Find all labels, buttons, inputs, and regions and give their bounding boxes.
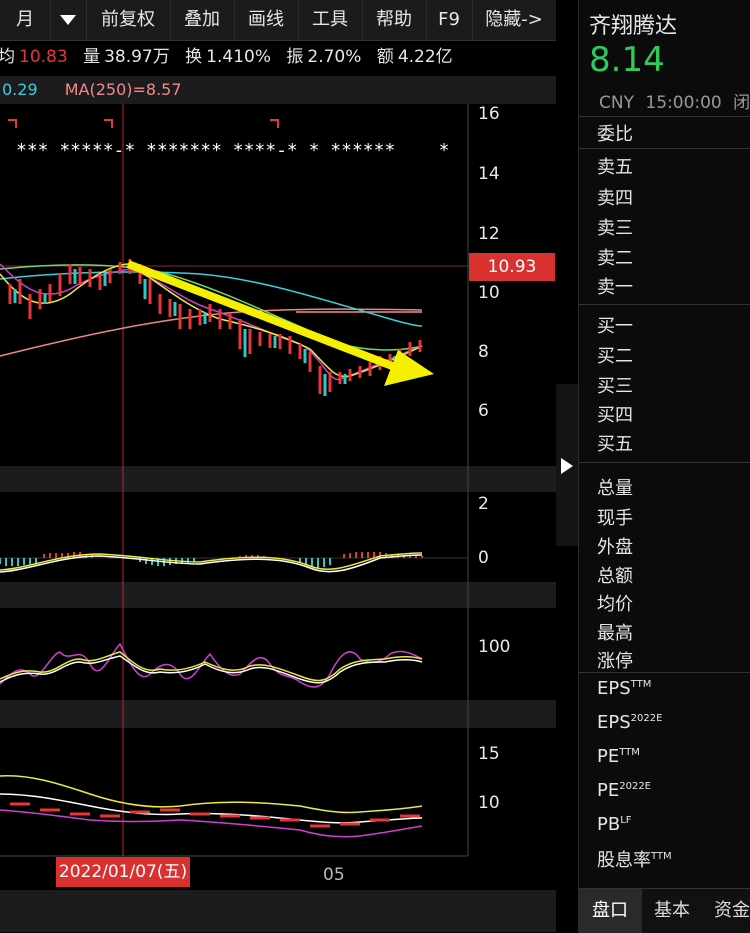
hide-panel-button[interactable]: 隐藏-> (472, 0, 556, 40)
avg-label: 均 (0, 47, 15, 67)
bid-5-label: 买五 (597, 434, 633, 455)
signal-stars: *** *****‑* ******* ****‑* * ****** * (16, 140, 449, 161)
stock-price: 8.14 (589, 40, 665, 80)
volume-label: 量 (83, 47, 101, 67)
quote-time-line: CNY 15:00:00 闭 (599, 88, 750, 113)
help-button[interactable]: 帮助 (362, 0, 427, 40)
dividend-yield-label: 股息率TTM (597, 850, 672, 871)
tab-capital-flow[interactable]: 资金 (702, 889, 750, 933)
panel-toggle-strip[interactable] (556, 384, 578, 546)
amount-label: 额 (376, 47, 394, 67)
ma250-value: MA(250)=8.57 (64, 80, 182, 99)
boll-upper-line (0, 774, 423, 814)
f9-button[interactable]: F9 (426, 0, 473, 40)
ask-4-label: 卖四 (597, 188, 633, 209)
ask-5-label: 卖五 (597, 157, 633, 178)
outer-volume-label: 外盘 (597, 537, 633, 558)
panel-tabs: 盘口 基本 资金 (578, 888, 750, 933)
eps-ttm-label: EPSTTM (597, 678, 652, 699)
quote-time: 15:00:00 (645, 93, 722, 113)
amplitude-value: 2.70% (307, 47, 362, 67)
bid-1-label: 买一 (597, 316, 633, 337)
ma-legend: 0.29 MA(250)=8.57 (0, 76, 556, 104)
current-price-tag: 10.93 (469, 253, 555, 281)
volume-value: 38.97万 (104, 47, 170, 67)
pe-2022e-label: PE2022E (597, 780, 652, 801)
kdj-tick-100: 100 (478, 637, 511, 657)
chart-toolbar: 月 前复权 叠加 画线 工具 帮助 F9 隐藏-> (0, 0, 556, 41)
boll-mid-line (0, 793, 423, 824)
price-tick-14: 14 (478, 164, 500, 184)
limit-up-label: 涨停 (597, 651, 633, 672)
price-tick-12: 12 (478, 224, 500, 244)
amount-value: 4.22亿 (397, 47, 453, 67)
forward-adjust-button[interactable]: 前复权 (86, 0, 171, 40)
ma-partial-value: 0.29 (2, 80, 38, 99)
kdj-j-line (0, 642, 423, 688)
boll-tick-15: 15 (478, 744, 500, 764)
quote-info-line: 均 10.83 量 38.97万 换 1.410% 振 2.70% 额 4.22亿 (0, 42, 556, 72)
signal-marker (8, 119, 17, 128)
quote-panel: 齐翔腾达 8.14 CNY 15:00:00 闭 委比 卖五 卖四 卖三 卖二 … (578, 0, 750, 932)
candles (8, 259, 422, 396)
avg-value: 10.83 (19, 47, 68, 67)
kdj-k-line (0, 655, 423, 684)
price-tick-16: 16 (478, 104, 500, 124)
total-amount-label: 总额 (597, 566, 633, 587)
ask-2-label: 卖二 (597, 248, 633, 269)
price-tick-6: 6 (478, 401, 489, 421)
macd-dea-line (0, 552, 423, 571)
market-status: 闭 (733, 93, 750, 113)
overlay-button[interactable]: 叠加 (170, 0, 235, 40)
amplitude-label: 振 (286, 47, 304, 67)
total-volume-label: 总量 (597, 478, 633, 499)
turnover-label: 换 (185, 47, 203, 67)
pe-ttm-label: PETTM (597, 746, 640, 767)
tab-orderbook[interactable]: 盘口 (578, 889, 642, 933)
turnover-value: 1.410% (206, 47, 271, 67)
avg-price-label: 均价 (597, 594, 633, 615)
eps-2022e-label: EPS2022E (597, 712, 663, 733)
signal-marker (104, 119, 113, 128)
tools-button[interactable]: 工具 (298, 0, 363, 40)
period-dropdown-button[interactable] (50, 0, 87, 40)
ask-1-label: 卖一 (597, 277, 633, 298)
price-tick-10: 10 (478, 283, 500, 303)
chart-scroll-area[interactable] (0, 890, 556, 932)
kline-chart[interactable]: *** *****‑* ******* ****‑* * ****** * (0, 104, 556, 890)
last-volume-label: 现手 (597, 508, 633, 529)
period-month-button[interactable]: 月 (0, 0, 51, 40)
boll-tick-10: 10 (478, 793, 500, 813)
currency-label: CNY (599, 93, 634, 113)
signal-marker (270, 119, 279, 128)
time-tick-05: 05 (323, 865, 345, 885)
bid-3-label: 买三 (597, 376, 633, 397)
draw-line-button[interactable]: 画线 (234, 0, 299, 40)
ask-3-label: 卖三 (597, 218, 633, 239)
macd-tick-2: 2 (478, 494, 489, 514)
price-tick-8: 8 (478, 342, 489, 362)
tab-fundamentals[interactable]: 基本 (642, 889, 702, 933)
stock-name: 齐翔腾达 (589, 14, 678, 39)
order-ratio-label: 委比 (597, 124, 633, 145)
trend-arrow (126, 260, 434, 386)
macd-tick-0: 0 (478, 548, 489, 568)
pb-lf-label: PBLF (597, 814, 632, 835)
high-price-label: 最高 (597, 623, 633, 644)
bid-2-label: 买二 (597, 346, 633, 367)
triangle-down-icon (60, 15, 76, 25)
cursor-date-tag: 2022/01/07(五) (56, 857, 190, 887)
bid-4-label: 买四 (597, 405, 633, 426)
triangle-right-icon (561, 458, 573, 474)
